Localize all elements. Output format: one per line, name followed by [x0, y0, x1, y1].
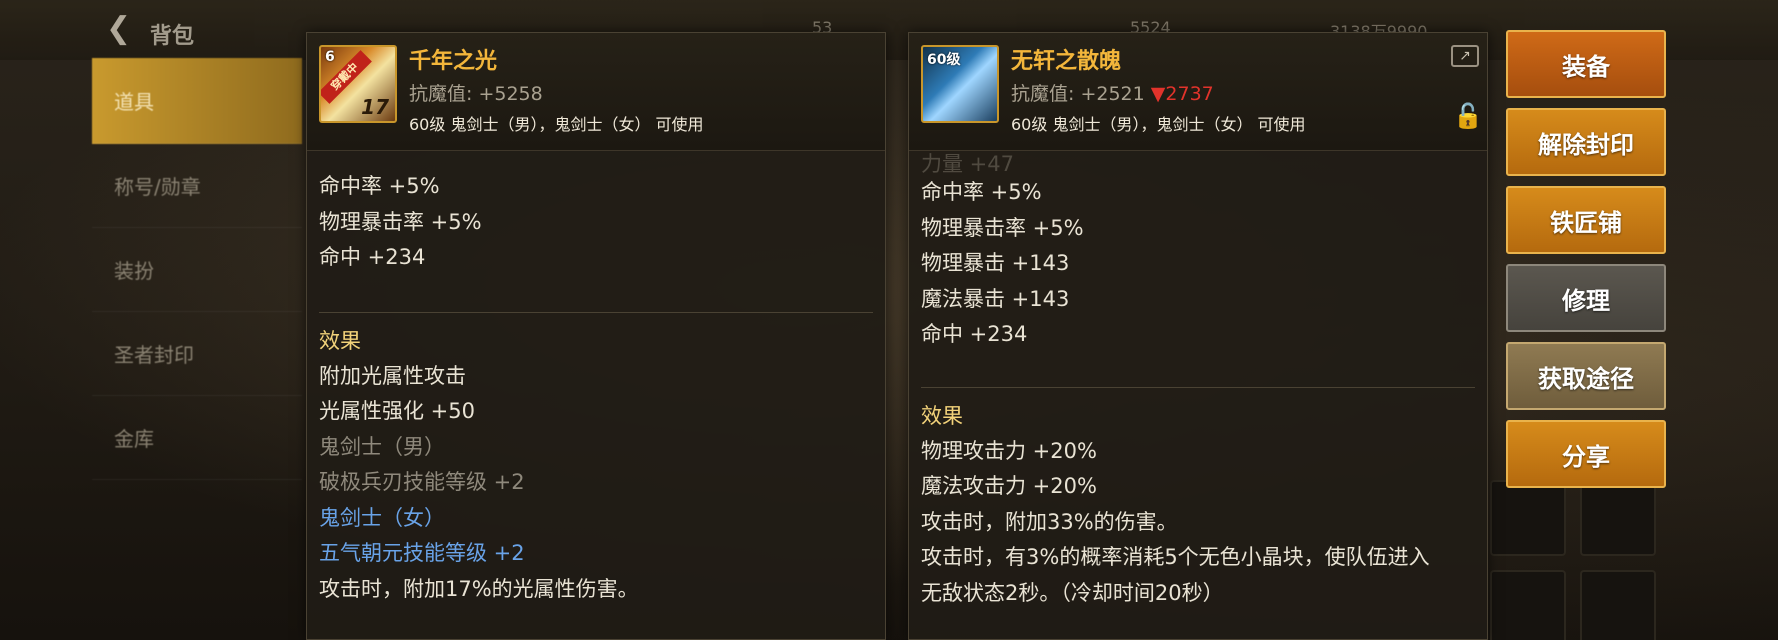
- effect-title: 效果: [319, 328, 361, 353]
- inventory-slot[interactable]: [1580, 570, 1656, 640]
- effect-line: 攻击时，附加17%的光属性伤害。: [319, 576, 639, 601]
- effect-line: 鬼剑士（女）: [319, 505, 445, 530]
- effect-line: 五气朝元技能等级 +2: [319, 541, 525, 565]
- tooltip-header: 6 穿戴中 17 千年之光 抗魔值: +5258 60级 鬼剑士（男），鬼剑士（…: [307, 33, 885, 151]
- item-name: 千年之光: [409, 49, 498, 74]
- effect-line: 攻击时，附加33%的伤害。: [921, 509, 1178, 534]
- effect-line: 破极兵刃技能等级 +2: [319, 470, 525, 494]
- stat-line: 魔法暴击 +143: [921, 286, 1070, 311]
- back-arrow-icon[interactable]: ❮: [106, 14, 146, 46]
- stat-line: 命中率 +5%: [319, 174, 440, 198]
- sidebar-item-items[interactable]: 道具: [92, 58, 302, 144]
- tooltip-body: 命中率 +5% 物理暴击率 +5% 命中 +234 效果 附加光属性攻击 光属性…: [319, 169, 873, 607]
- usage-requirement: 60级 鬼剑士（男），鬼剑士（女） 可使用: [1011, 115, 1306, 134]
- effect-line: 物理攻击力 +20%: [921, 438, 1097, 463]
- compare-item-tooltip: 60级 无轩之散魄 抗魔值: +2521 ▼2737 60级 鬼剑士（男），鬼剑…: [908, 32, 1488, 640]
- sidebar-item-costumes[interactable]: 装扮: [92, 228, 302, 312]
- stat-line: 命中 +234: [921, 322, 1028, 346]
- stat-line: 命中率 +5%: [921, 180, 1042, 204]
- action-buttons: 装备 解除封印 铁匠铺 修理 获取途径 分享: [1506, 30, 1666, 498]
- stat-line: 物理暴击 +143: [921, 251, 1070, 275]
- item-name: 无轩之散魄: [1011, 49, 1122, 74]
- effect-line: 攻击时，有3%的概率消耗5个无色小晶块，使队伍进入: [921, 545, 1430, 569]
- effect-title: 效果: [921, 403, 963, 428]
- effect-line: 鬼剑士（男）: [319, 434, 445, 459]
- enhance-level: 17: [361, 95, 389, 119]
- stat-value: +5258: [478, 83, 543, 105]
- magic-resist-line: 抗魔值: +5258: [409, 79, 543, 106]
- magic-resist-line: 抗魔值: +2521 ▼2737: [1011, 79, 1214, 106]
- stat-diff-down: ▼2737: [1150, 83, 1214, 105]
- unseal-button[interactable]: 解除封印: [1506, 108, 1666, 176]
- sword-icon: 60级: [921, 45, 999, 123]
- lock-icon[interactable]: 🔓: [1453, 101, 1483, 131]
- divider: [319, 311, 873, 313]
- effect-line: 光属性强化 +50: [319, 399, 475, 423]
- stat-line: 物理暴击率 +5%: [921, 215, 1084, 240]
- stat-label: 抗魔值:: [1011, 83, 1075, 105]
- icon-corner-number: 6: [325, 49, 335, 65]
- stat-line-partial: 力量 +47: [921, 153, 1014, 175]
- sidebar-item-titles[interactable]: 称号/勋章: [92, 144, 302, 228]
- stat-value: +2521: [1080, 83, 1145, 105]
- tooltip-header: 60级 无轩之散魄 抗魔值: +2521 ▼2737 60级 鬼剑士（男），鬼剑…: [909, 33, 1487, 151]
- page-title: 背包: [150, 24, 195, 49]
- effect-line: 附加光属性攻击: [319, 363, 466, 388]
- effect-line: 无敌状态2秒。（冷却时间20秒）: [921, 580, 1224, 605]
- item-level-badge: 60级: [927, 52, 961, 68]
- usage-requirement: 60级 鬼剑士（男），鬼剑士（女） 可使用: [409, 115, 704, 134]
- sidebar: 道具 称号/勋章 装扮 圣者封印 金库: [92, 58, 302, 498]
- share-button[interactable]: 分享: [1506, 420, 1666, 488]
- inventory-slot[interactable]: [1490, 570, 1566, 640]
- equip-button[interactable]: 装备: [1506, 30, 1666, 98]
- blacksmith-button[interactable]: 铁匠铺: [1506, 186, 1666, 254]
- sidebar-item-seals[interactable]: 圣者封印: [92, 312, 302, 396]
- effect-line: 魔法攻击力 +20%: [921, 474, 1097, 498]
- divider: [921, 386, 1475, 388]
- obtain-route-button[interactable]: 获取途径: [1506, 342, 1666, 410]
- share-icon[interactable]: ↗: [1451, 45, 1479, 67]
- stat-line: 物理暴击率 +5%: [319, 209, 482, 234]
- stat-label: 抗魔值:: [409, 83, 473, 105]
- inventory-grid: [1490, 480, 1680, 640]
- repair-button[interactable]: 修理: [1506, 264, 1666, 332]
- sidebar-item-vault[interactable]: 金库: [92, 396, 302, 480]
- stat-line: 命中 +234: [319, 245, 426, 269]
- equipped-item-tooltip: 6 穿戴中 17 千年之光 抗魔值: +5258 60级 鬼剑士（男），鬼剑士（…: [306, 32, 886, 640]
- sword-icon: 6 穿戴中 17: [319, 45, 397, 123]
- tooltip-body: 力量 +47 命中率 +5% 物理暴击率 +5% 物理暴击 +143 魔法暴击 …: [921, 153, 1475, 611]
